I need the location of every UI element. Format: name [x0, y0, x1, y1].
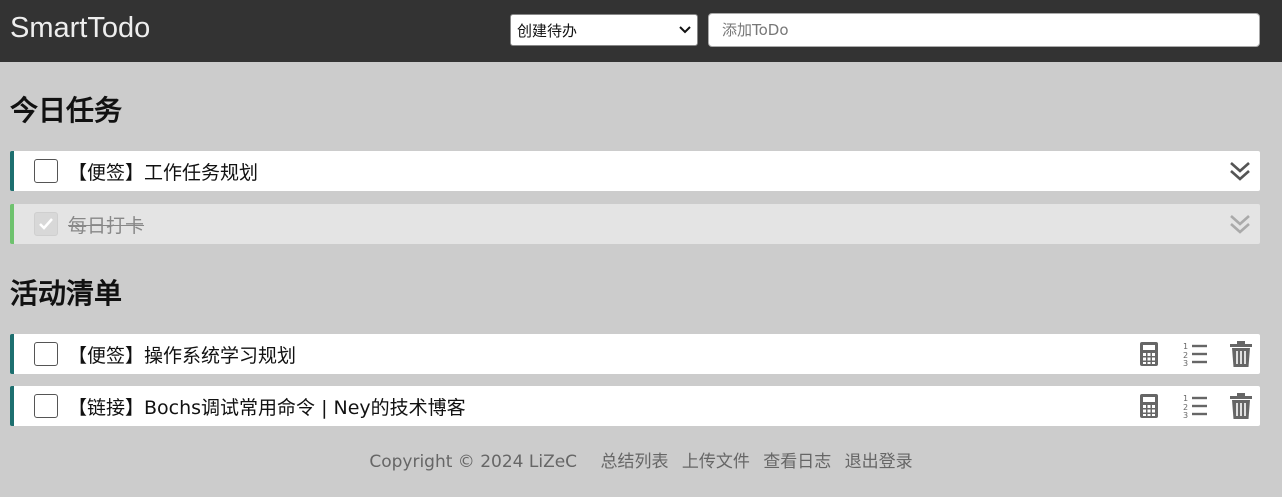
todo-type-select[interactable]: 创建待办 — [510, 14, 698, 46]
top-navbar: SmartTodo 创建待办 — [0, 0, 1282, 62]
activity-label: 【便签】操作系统学习规划 — [68, 344, 297, 367]
todo-type-selected: 创建待办 — [517, 21, 578, 40]
chevron-down-icon — [679, 23, 691, 37]
section-title-today: 今日任务 — [10, 94, 123, 127]
activity-item[interactable]: 【便签】操作系统学习规划 123 — [10, 334, 1260, 374]
svg-text:1: 1 — [1183, 394, 1188, 403]
trash-icon[interactable] — [1228, 340, 1254, 368]
ordered-list-icon[interactable]: 123 — [1182, 340, 1208, 368]
calculator-icon[interactable] — [1136, 340, 1162, 368]
section-title-activity: 活动清单 — [10, 277, 123, 310]
expand-double-chevron-icon[interactable] — [1228, 212, 1252, 236]
footer-link-logs[interactable]: 查看日志 — [763, 452, 831, 472]
copyright-text: Copyright © 2024 LiZeC — [369, 452, 578, 472]
footer-link-summary[interactable]: 总结列表 — [600, 452, 668, 472]
todo-item[interactable]: 【便签】工作任务规划 — [10, 151, 1260, 191]
todo-checkbox[interactable] — [34, 394, 58, 418]
todo-item-done[interactable]: 每日打卡 — [10, 204, 1260, 244]
todo-checkbox-checked[interactable] — [34, 212, 58, 236]
svg-text:1: 1 — [1183, 342, 1188, 351]
footer-link-upload[interactable]: 上传文件 — [682, 452, 750, 472]
page-footer: Copyright © 2024 LiZeC 总结列表 上传文件 查看日志 退出… — [0, 447, 1282, 472]
activity-label: 【链接】Bochs调试常用命令 | Ney的技术博客 — [68, 396, 466, 419]
calculator-icon[interactable] — [1136, 392, 1162, 420]
todo-checkbox[interactable] — [34, 159, 58, 183]
activity-item[interactable]: 【链接】Bochs调试常用命令 | Ney的技术博客 123 — [10, 386, 1260, 426]
todo-label: 【便签】工作任务规划 — [68, 161, 259, 184]
svg-text:3: 3 — [1183, 359, 1188, 368]
svg-text:3: 3 — [1183, 411, 1188, 420]
ordered-list-icon[interactable]: 123 — [1182, 392, 1208, 420]
app-brand[interactable]: SmartTodo — [10, 12, 150, 45]
todo-label: 每日打卡 — [68, 214, 145, 237]
expand-double-chevron-icon[interactable] — [1228, 159, 1252, 183]
trash-icon[interactable] — [1228, 392, 1254, 420]
todo-checkbox[interactable] — [34, 342, 58, 366]
add-todo-input[interactable] — [708, 13, 1260, 47]
footer-link-logout[interactable]: 退出登录 — [845, 452, 913, 472]
